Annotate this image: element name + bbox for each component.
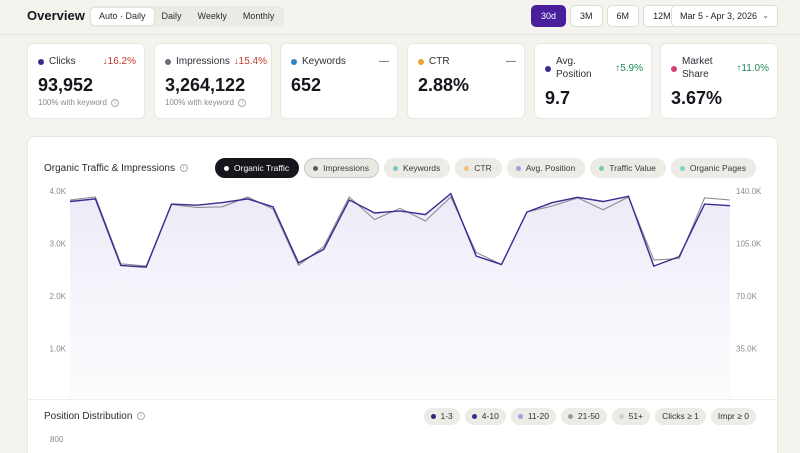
toggle-impressions[interactable]: Impressions [304, 158, 379, 178]
section-divider [28, 399, 779, 400]
toggle-pos-4-10[interactable]: 4-10 [464, 408, 506, 425]
info-icon[interactable]: i [179, 164, 188, 173]
range-6m-button[interactable]: 6M [606, 5, 640, 27]
position-distribution-title: Position Distribution i [44, 411, 146, 422]
toggle-ctr[interactable]: CTR [455, 158, 502, 178]
header-divider [0, 34, 800, 35]
position-axis-tick: 800 [50, 435, 64, 444]
y-axis-right-tick: 35.0K [736, 345, 758, 354]
kpi-card-ctr[interactable]: CTR — 2.88% [407, 43, 525, 119]
toggle-pos-1-3[interactable]: 1-3 [423, 408, 460, 425]
y-axis-left-tick: 2.0K [50, 292, 67, 301]
clicks-dot-icon [38, 59, 44, 65]
y-axis-right-tick: 70.0K [736, 292, 758, 301]
y-axis-left-tick: 1.0K [50, 345, 67, 354]
kpi-card-impressions[interactable]: Impressions ↓15.4% 3,264,122 100% with k… [154, 43, 272, 119]
filter-impressions[interactable]: Impr ≥ 0 [710, 408, 756, 425]
kpi-label: Impressions [176, 56, 230, 67]
toggle-traffic-value[interactable]: Traffic Value [590, 158, 666, 178]
dot-icon [392, 165, 398, 171]
date-range-picker[interactable]: Mar 5 - Apr 3, 2026 ⌄ [671, 5, 778, 27]
range-selector: 30d 3M 6M 12M [531, 5, 681, 27]
dot-icon [471, 414, 477, 419]
toggle-organic-pages[interactable]: Organic Pages [670, 158, 757, 178]
toggle-pos-51-plus[interactable]: 51+ [611, 408, 651, 425]
date-range-label: Mar 5 - Apr 3, 2026 [680, 11, 758, 21]
range-3m-button[interactable]: 3M [570, 5, 603, 27]
granularity-monthly[interactable]: Monthly [235, 8, 283, 25]
y-axis-left-tick: 3.0K [50, 240, 67, 249]
keywords-dot-icon [291, 59, 297, 65]
dot-icon [515, 165, 521, 171]
kpi-label: CTR [429, 56, 450, 67]
kpi-label: Clicks [49, 56, 76, 67]
y-axis-left-tick: 4.0K [50, 187, 67, 196]
page-title: Overview [27, 8, 85, 23]
kpi-value: 652 [291, 75, 322, 95]
filter-clicks[interactable]: Clicks ≥ 1 [655, 408, 706, 425]
kpi-label: Keywords [302, 56, 346, 67]
dot-icon [430, 414, 436, 419]
market-share-dot-icon [671, 66, 677, 72]
kpi-delta: ↓16.2% [102, 56, 136, 67]
kpi-value: 93,952 [38, 75, 94, 95]
traffic-area [70, 193, 730, 401]
kpi-card-market-share[interactable]: Market Share ↑11.0% 3.67% [660, 43, 778, 119]
metric-toggles: Organic Traffic Impressions Keywords CTR… [215, 158, 757, 178]
kpi-card-avg-position[interactable]: Avg. Position ↑5.9% 9.7 [534, 43, 652, 119]
toggle-keywords[interactable]: Keywords [383, 158, 451, 178]
dot-icon [224, 165, 229, 171]
y-axis-right-tick: 140.0K [736, 187, 762, 196]
toggle-pos-11-20[interactable]: 11-20 [510, 408, 556, 425]
range-30d-button[interactable]: 30d [531, 5, 567, 27]
kpi-delta: ↑11.0% [736, 63, 769, 74]
toggle-pos-21-50[interactable]: 21-50 [560, 408, 607, 425]
position-toggles: 1-3 4-10 11-20 21-50 51+ Clicks ≥ 1 Impr… [423, 408, 756, 425]
kpi-label: Avg. Position [556, 56, 592, 80]
chart-title: Organic Traffic & Impressions i [44, 163, 188, 174]
top-bar: Overview Auto · Daily Daily Weekly Month… [0, 0, 800, 34]
impressions-dot-icon [165, 59, 171, 65]
kpi-value: 9.7 [545, 88, 571, 108]
kpi-delta: — [379, 56, 389, 67]
info-icon[interactable]: i [137, 412, 146, 421]
dot-icon [618, 414, 624, 419]
toggle-organic-traffic[interactable]: Organic Traffic [215, 158, 300, 178]
traffic-chart-panel: Organic Traffic & Impressions i Organic … [27, 136, 779, 453]
ctr-dot-icon [418, 59, 424, 65]
kpi-sub: 100% with keyword i [38, 98, 120, 107]
kpi-label: Market Share [682, 56, 713, 80]
toggle-avg-position[interactable]: Avg. Position [506, 158, 586, 178]
dot-icon [567, 414, 573, 419]
info-icon[interactable]: i [238, 98, 247, 107]
granularity-selector: Auto · Daily Daily Weekly Monthly [89, 6, 285, 27]
chevron-down-icon: ⌄ [762, 11, 769, 20]
granularity-weekly[interactable]: Weekly [190, 8, 235, 25]
dot-icon [313, 165, 319, 171]
dot-icon [679, 165, 685, 171]
kpi-delta: — [506, 56, 516, 67]
kpi-sub: 100% with keyword i [165, 98, 247, 107]
dot-icon [464, 165, 470, 171]
info-icon[interactable]: i [111, 98, 120, 107]
kpi-delta: ↓15.4% [233, 56, 267, 67]
dot-icon [599, 165, 605, 171]
dot-icon [517, 414, 523, 419]
traffic-chart[interactable]: 4.0K 3.0K 2.0K 1.0K 140.0K 105.0K 70.0K 35.0K [28, 181, 779, 401]
kpi-delta: ↑5.9% [615, 63, 643, 74]
kpi-card-clicks[interactable]: Clicks ↓16.2% 93,952 100% with keyword i [27, 43, 145, 119]
kpi-value: 3,264,122 [165, 75, 246, 95]
avg-position-dot-icon [545, 66, 551, 72]
y-axis-right-tick: 105.0K [736, 240, 762, 249]
granularity-auto-daily[interactable]: Auto · Daily [91, 8, 154, 25]
kpi-card-keywords[interactable]: Keywords — 652 [280, 43, 398, 119]
kpi-value: 3.67% [671, 88, 723, 108]
kpi-value: 2.88% [418, 75, 470, 95]
granularity-daily[interactable]: Daily [154, 8, 190, 25]
